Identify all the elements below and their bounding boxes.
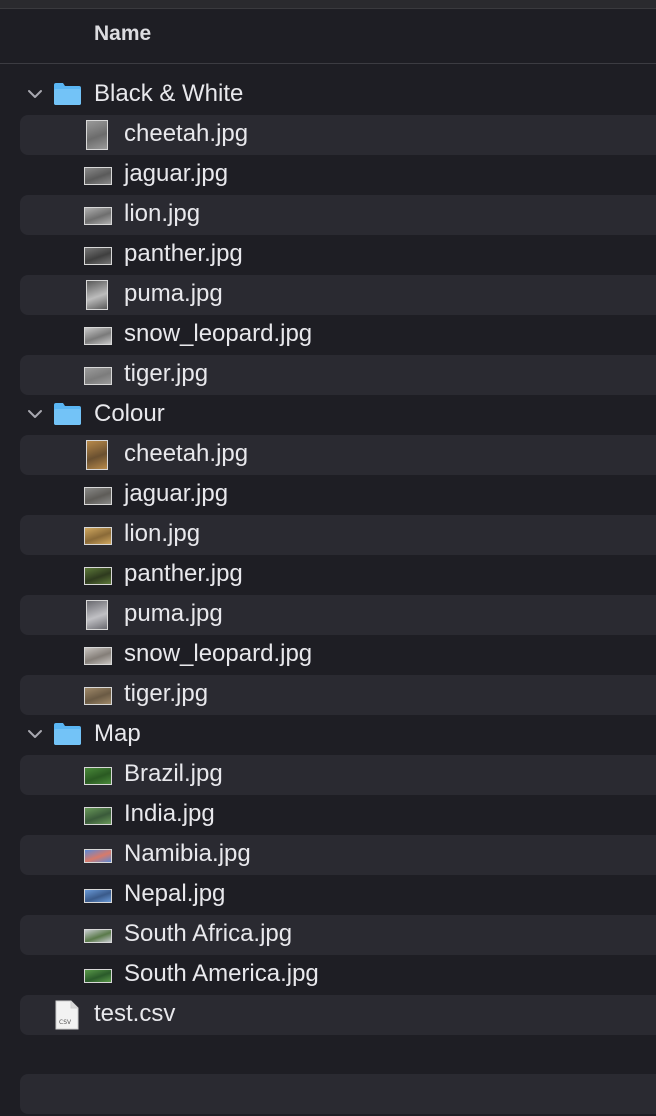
file-row[interactable]: Namibia.jpg	[0, 835, 656, 875]
image-thumbnail-icon	[86, 120, 108, 150]
file-row[interactable]: cheetah.jpg	[0, 115, 656, 155]
file-name: South America.jpg	[124, 960, 319, 987]
folder-icon	[53, 721, 82, 746]
image-thumbnail-icon	[84, 807, 112, 825]
image-thumbnail-icon	[84, 167, 112, 185]
folder-name: Map	[94, 720, 141, 747]
name-column-header[interactable]: Name	[94, 22, 151, 46]
file-name: Namibia.jpg	[124, 840, 251, 867]
image-thumbnail-icon	[86, 440, 108, 470]
file-name: India.jpg	[124, 800, 215, 827]
file-row[interactable]: Brazil.jpg	[0, 755, 656, 795]
file-row[interactable]: puma.jpg	[0, 275, 656, 315]
file-name: South Africa.jpg	[124, 920, 293, 947]
file-name: tiger.jpg	[124, 360, 209, 387]
file-row[interactable]: tiger.jpg	[0, 675, 656, 715]
file-name: jaguar.jpg	[124, 480, 229, 507]
image-thumbnail-icon	[86, 280, 108, 310]
file-row[interactable]: South America.jpg	[0, 955, 656, 995]
file-name: test.csv	[94, 1000, 176, 1027]
csv-badge: CSV	[59, 1019, 72, 1026]
file-name: cheetah.jpg	[124, 440, 249, 467]
file-name: jaguar.jpg	[124, 160, 229, 187]
folder-row[interactable]: Colour	[0, 395, 656, 435]
chevron-down-icon[interactable]	[26, 407, 44, 421]
image-thumbnail-icon	[84, 849, 112, 863]
folder-icon	[53, 81, 82, 106]
file-name: panther.jpg	[124, 560, 243, 587]
file-name: lion.jpg	[124, 200, 201, 227]
image-thumbnail-icon	[84, 567, 112, 585]
image-thumbnail-icon	[84, 889, 112, 903]
folder-name: Black & White	[94, 80, 244, 107]
empty-row	[20, 1074, 656, 1114]
image-thumbnail-icon	[84, 527, 112, 545]
image-thumbnail-icon	[84, 207, 112, 225]
file-row[interactable]: panther.jpg	[0, 235, 656, 275]
window-top-edge	[0, 0, 656, 9]
file-row[interactable]: jaguar.jpg	[0, 475, 656, 515]
file-name: snow_leopard.jpg	[124, 640, 313, 667]
file-name: Nepal.jpg	[124, 880, 226, 907]
file-name: puma.jpg	[124, 280, 223, 307]
file-row[interactable]: puma.jpg	[0, 595, 656, 635]
file-row[interactable]: tiger.jpg	[0, 355, 656, 395]
file-name: cheetah.jpg	[124, 120, 249, 147]
file-row[interactable]: panther.jpg	[0, 555, 656, 595]
file-list: Black & White cheetah.jpg jaguar.jpg lion.j…	[0, 75, 656, 1035]
file-row[interactable]: Nepal.jpg	[0, 875, 656, 915]
file-row[interactable]: CSV test.csv	[0, 995, 656, 1035]
folder-icon	[53, 401, 82, 426]
csv-file-icon: CSV	[55, 1000, 79, 1030]
folder-row[interactable]: Black & White	[0, 75, 656, 115]
file-name: Brazil.jpg	[124, 760, 223, 787]
file-row[interactable]: South Africa.jpg	[0, 915, 656, 955]
image-thumbnail-icon	[84, 327, 112, 345]
file-row[interactable]: lion.jpg	[0, 515, 656, 555]
file-name: panther.jpg	[124, 240, 243, 267]
folder-name: Colour	[94, 400, 165, 427]
image-thumbnail-icon	[84, 929, 112, 943]
file-name: puma.jpg	[124, 600, 223, 627]
file-row[interactable]: snow_leopard.jpg	[0, 315, 656, 355]
chevron-down-icon[interactable]	[26, 727, 44, 741]
image-thumbnail-icon	[84, 647, 112, 665]
folder-row[interactable]: Map	[0, 715, 656, 755]
chevron-down-icon[interactable]	[26, 87, 44, 101]
image-thumbnail-icon	[84, 687, 112, 705]
file-row[interactable]: India.jpg	[0, 795, 656, 835]
file-name: tiger.jpg	[124, 680, 209, 707]
image-thumbnail-icon	[84, 767, 112, 785]
file-row[interactable]: jaguar.jpg	[0, 155, 656, 195]
file-row[interactable]: snow_leopard.jpg	[0, 635, 656, 675]
file-name: snow_leopard.jpg	[124, 320, 313, 347]
file-row[interactable]: lion.jpg	[0, 195, 656, 235]
file-name: lion.jpg	[124, 520, 201, 547]
image-thumbnail-icon	[84, 487, 112, 505]
image-thumbnail-icon	[84, 969, 112, 983]
image-thumbnail-icon	[86, 600, 108, 630]
column-header: Name	[0, 9, 656, 64]
image-thumbnail-icon	[84, 247, 112, 265]
file-row[interactable]: cheetah.jpg	[0, 435, 656, 475]
image-thumbnail-icon	[84, 367, 112, 385]
